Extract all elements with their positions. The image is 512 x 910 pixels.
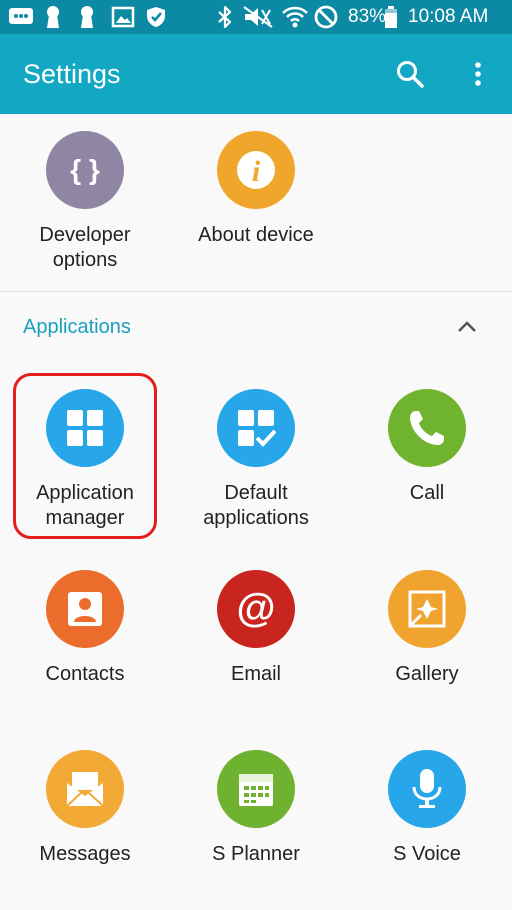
battery-icon [384, 5, 398, 29]
default-applications-icon [217, 389, 295, 467]
s-voice-tile[interactable]: S Voice [342, 750, 512, 867]
default-applications-tile[interactable]: Default applications [171, 389, 341, 531]
status-bar: 83% 10:08 AM [0, 0, 512, 34]
call-icon [388, 389, 466, 467]
tile-label: Developer options [39, 224, 131, 271]
blocked-icon [313, 5, 339, 29]
call-tile[interactable]: Call [342, 389, 512, 506]
messages-icon [46, 750, 124, 828]
s-voice-icon [388, 750, 466, 828]
gallery-tile[interactable]: Gallery [342, 570, 512, 687]
svg-text:@: @ [236, 586, 275, 630]
svg-text:{ }: { } [70, 154, 100, 185]
section-title-applications: Applications [23, 316, 131, 338]
tile-label: Messages [39, 843, 131, 865]
search-icon [397, 61, 424, 88]
s-planner-icon [217, 750, 295, 828]
more-vert-icon [475, 62, 481, 86]
search-button[interactable] [390, 54, 430, 94]
chevron-up-icon [458, 321, 476, 332]
mute-icon [242, 5, 274, 29]
tile-label: Call [409, 482, 445, 504]
messages-tile[interactable]: Messages [0, 750, 170, 867]
message-icon [8, 5, 34, 29]
tile-label: Gallery [395, 663, 459, 685]
email-tile[interactable]: @ Email [171, 570, 341, 687]
highlight-box [13, 373, 157, 539]
tile-label: Contacts [45, 663, 125, 685]
collapse-section-button[interactable] [452, 314, 482, 340]
contacts-tile[interactable]: Contacts [0, 570, 170, 687]
tile-label: Default applications [203, 482, 309, 529]
keyhole-icon [44, 5, 62, 29]
app-bar: Settings [0, 34, 512, 114]
battery-percentage: 83% [348, 6, 387, 27]
keyhole-icon [78, 5, 96, 29]
image-icon [111, 5, 135, 29]
email-icon: @ [217, 570, 295, 648]
page-title: Settings [23, 59, 121, 89]
bluetooth-icon [216, 5, 234, 29]
contacts-icon [46, 570, 124, 648]
developer-options-tile[interactable]: { } Developer options [0, 131, 170, 273]
about-device-tile[interactable]: i About device [171, 131, 341, 248]
developer-options-icon: { } [46, 131, 124, 209]
tile-label: Email [230, 663, 281, 685]
clock: 10:08 AM [408, 6, 489, 27]
tile-label: S Voice [393, 843, 461, 865]
s-planner-tile[interactable]: S Planner [171, 750, 341, 867]
shield-icon [144, 5, 168, 29]
more-options-button[interactable] [458, 54, 498, 94]
gallery-icon [388, 570, 466, 648]
about-device-icon: i [217, 131, 295, 209]
wifi-icon [281, 5, 309, 29]
section-divider [0, 291, 512, 292]
svg-text:i: i [252, 155, 261, 188]
tile-label: S Planner [212, 843, 300, 865]
tile-label: About device [198, 224, 314, 246]
